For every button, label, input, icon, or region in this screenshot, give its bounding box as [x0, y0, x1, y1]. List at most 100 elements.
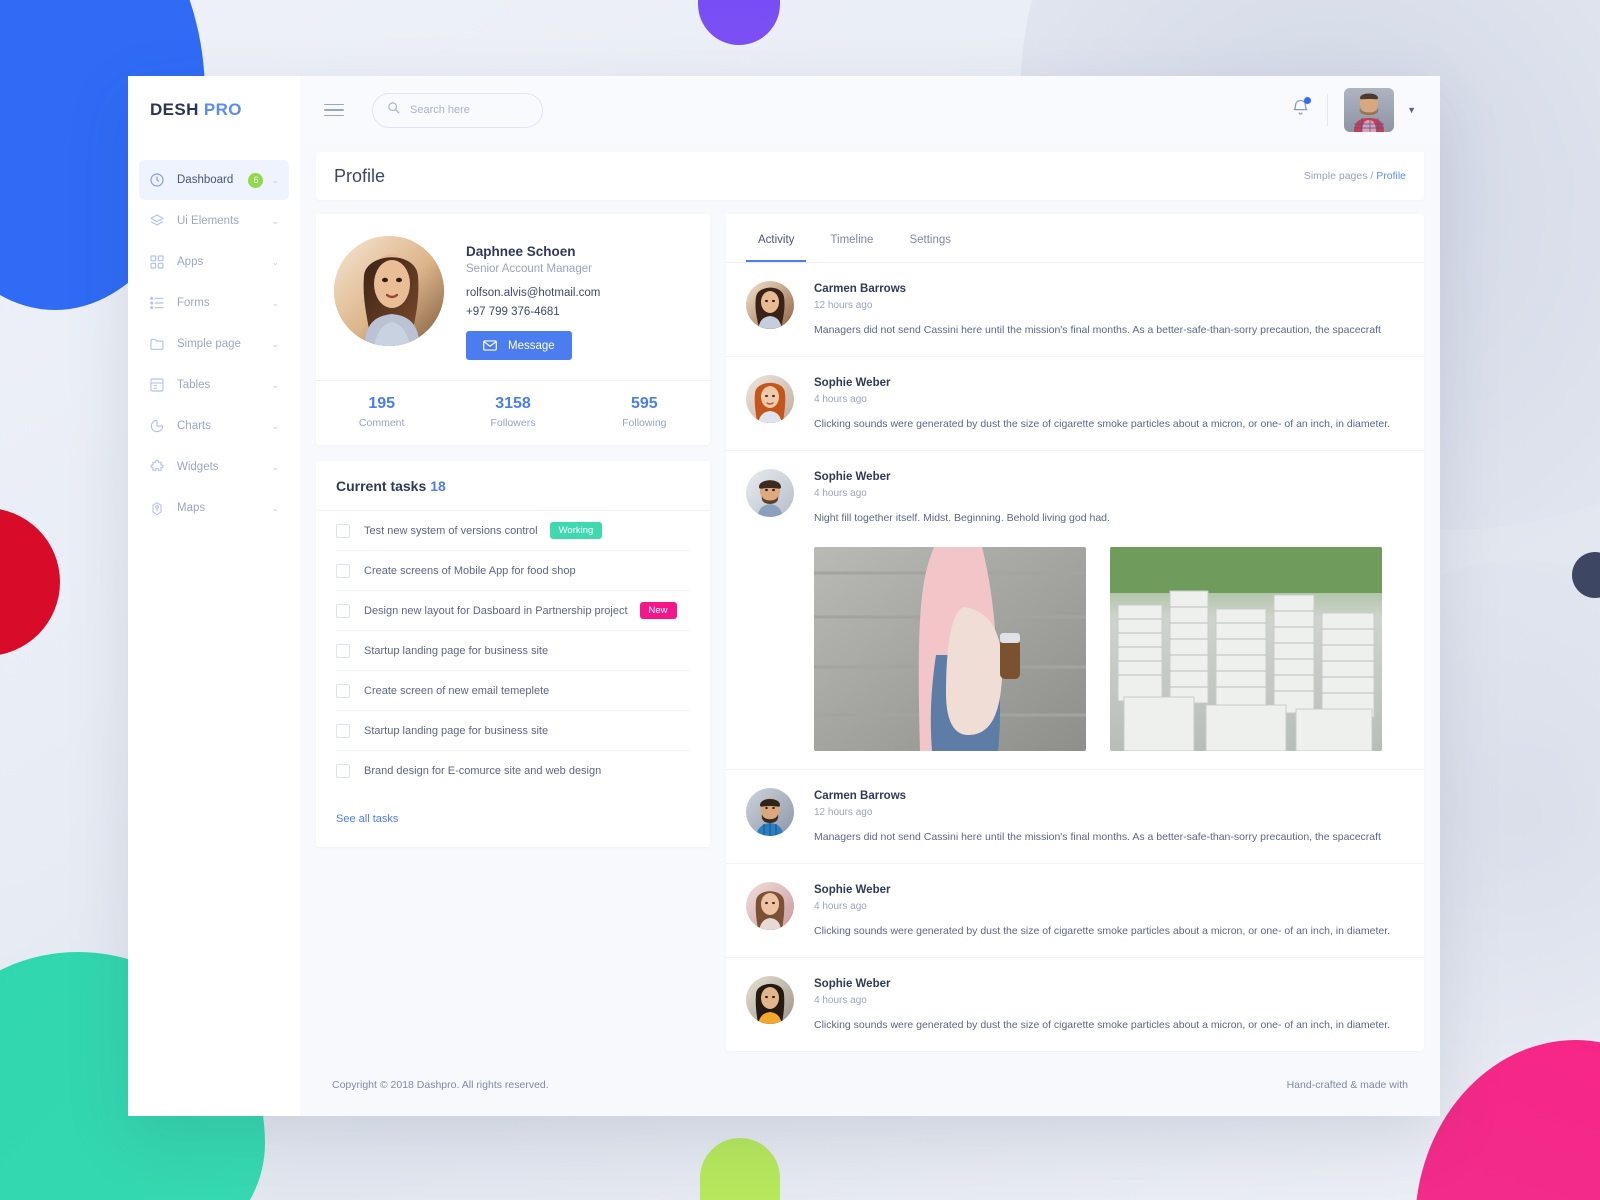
chevron-down-icon[interactable]: ⌄ — [271, 298, 279, 308]
chevron-down-icon[interactable]: ⌄ — [271, 339, 279, 349]
chevron-down-icon[interactable]: ⌄ — [271, 380, 279, 390]
activity-images — [814, 546, 1404, 751]
sidebar-item-label: Ui Elements — [177, 215, 239, 227]
tab-activity[interactable]: Activity — [746, 214, 807, 262]
mail-icon — [483, 340, 497, 351]
app-window: DESH PRO Dashboard 6 ⌄ Ui Elements ⌄ Apps ⌄ For… — [128, 76, 1440, 1116]
page-header: Profile Simple pages / Profile — [316, 152, 1424, 200]
task-checkbox[interactable] — [336, 723, 350, 738]
chevron-down-icon[interactable]: ⌄ — [271, 175, 279, 185]
task-checkbox[interactable] — [336, 523, 350, 538]
sidebar-item-tables[interactable]: Tables ⌄ — [139, 365, 289, 405]
sidebar-item-apps[interactable]: Apps ⌄ — [139, 242, 289, 282]
message-button[interactable]: Message — [466, 331, 572, 360]
search-input[interactable] — [410, 104, 530, 116]
logo-text-primary: DESH — [150, 100, 199, 119]
task-row[interactable]: Startup landing page for business site — [336, 711, 690, 751]
sidebar-item-maps[interactable]: Maps ⌄ — [139, 488, 289, 528]
task-row[interactable]: Create screens of Mobile App for food sh… — [336, 551, 690, 591]
tab-timeline[interactable]: Timeline — [818, 214, 885, 262]
activity-text: Managers did not send Cassini here until… — [814, 830, 1381, 843]
activity-content: Sophie Weber 4 hours ago Clicking sounds w… — [814, 976, 1404, 1033]
sidebar-item-ui-elements[interactable]: Ui Elements ⌄ — [139, 201, 289, 241]
profile-stat-label: Comment — [358, 417, 405, 429]
activity-image[interactable] — [814, 546, 1086, 751]
activity-avatar[interactable] — [746, 881, 794, 930]
task-row[interactable]: Brand design for E-comurce site and web … — [336, 751, 690, 791]
chevron-down-icon[interactable]: ⌄ — [271, 503, 279, 513]
bell-icon — [1292, 99, 1309, 121]
activity-text: Clicking sounds were generated by dust t… — [814, 1019, 1391, 1032]
search-box[interactable] — [372, 92, 543, 128]
task-label: Design new layout for Dasboard in Partne… — [364, 604, 628, 617]
chevron-down-icon[interactable]: ⌄ — [271, 216, 279, 226]
tab-settings[interactable]: Settings — [897, 214, 963, 262]
activity-avatar[interactable] — [746, 281, 794, 329]
activity-avatar[interactable] — [746, 375, 794, 424]
footer-credit: Hand-crafted & made with — [1287, 1079, 1408, 1091]
sidebar-item-label: Tables — [177, 379, 211, 391]
task-row[interactable]: Design new layout for Dasboard in Partne… — [336, 591, 690, 631]
task-checkbox[interactable] — [336, 563, 350, 578]
sidebar-item-simple-page[interactable]: Simple page ⌄ — [139, 324, 289, 364]
tasks-title: Current tasks — [336, 478, 427, 494]
avatar[interactable] — [1344, 88, 1395, 132]
breadcrumb-parent[interactable]: Simple pages — [1304, 170, 1368, 182]
chevron-down-icon[interactable]: ▼ — [1407, 105, 1416, 115]
profile-name: Daphnee Schoen — [466, 244, 576, 259]
tasks-list: Test new system of versions control Worki… — [316, 511, 710, 791]
task-checkbox[interactable] — [336, 683, 350, 698]
task-checkbox[interactable] — [336, 603, 350, 618]
logo-text-secondary: PRO — [203, 100, 242, 119]
activity-item: Sophie Weber 4 hours ago Clicking sounds w… — [726, 864, 1424, 959]
profile-phone: +97 799 376-4681 — [466, 306, 560, 318]
activity-image[interactable] — [1110, 546, 1382, 751]
sidebar-item-forms[interactable]: Forms ⌄ — [139, 283, 289, 323]
chevron-down-icon[interactable]: ⌄ — [271, 257, 279, 267]
activity-item: Sophie Weber 4 hours ago Clicking sounds w… — [726, 958, 1424, 1051]
content-area: Daphnee Schoen Senior Account Manager ro… — [300, 200, 1440, 1054]
profile-stat-value: 195 — [368, 395, 396, 412]
sidebar-nav: Dashboard 6 ⌄ Ui Elements ⌄ Apps ⌄ Forms ⌄ Simple… — [128, 144, 300, 528]
task-row[interactable]: Create screen of new email temeplete — [336, 671, 690, 711]
activity-timestamp: 4 hours ago — [814, 488, 867, 500]
activity-avatar[interactable] — [746, 469, 794, 518]
sidebar-item-charts[interactable]: Charts ⌄ — [139, 406, 289, 446]
sidebar-item-label: Apps — [177, 256, 204, 268]
task-label: Create screens of Mobile App for food sh… — [364, 564, 576, 577]
activity-content: Carmen Barrows 12 hours ago Managers did n… — [814, 788, 1404, 845]
search-icon — [387, 101, 400, 119]
activity-author: Sophie Weber — [814, 978, 891, 991]
hamburger-menu-icon[interactable] — [324, 100, 344, 121]
activity-text: Night fill together itself. Midst. Begin… — [814, 512, 1110, 525]
activity-avatar[interactable] — [746, 787, 794, 836]
task-status-badge: New — [639, 601, 677, 620]
profile-stat-label: Following — [622, 417, 667, 429]
see-all-tasks-link[interactable]: See all tasks — [316, 791, 710, 847]
app-logo[interactable]: DESH PRO — [128, 76, 300, 144]
activity-content: Carmen Barrows 12 hours ago Managers did n… — [814, 281, 1404, 338]
profile-details: Daphnee Schoen Senior Account Manager ro… — [466, 236, 600, 360]
chevron-down-icon[interactable]: ⌄ — [271, 462, 279, 472]
breadcrumb: Simple pages / Profile — [1304, 170, 1406, 182]
activity-avatar[interactable] — [746, 976, 794, 1025]
sidebar-item-label: Charts — [177, 420, 211, 432]
task-row[interactable]: Startup landing page for business site — [336, 631, 690, 671]
sidebar-item-dashboard[interactable]: Dashboard 6 ⌄ — [139, 160, 289, 200]
task-row[interactable]: Test new system of versions control Worki… — [336, 511, 690, 551]
activity-item: Sophie Weber 4 hours ago Night fill togeth… — [726, 451, 1424, 770]
profile-stat-value: 595 — [630, 395, 658, 412]
task-checkbox[interactable] — [336, 643, 350, 658]
sidebar-item-widgets[interactable]: Widgets ⌄ — [139, 447, 289, 487]
background-blob-red — [0, 508, 60, 656]
activity-author: Carmen Barrows — [814, 789, 907, 802]
notifications-button[interactable] — [1292, 97, 1312, 122]
sidebar-item-label: Maps — [177, 502, 206, 514]
profile-photo — [334, 236, 444, 346]
chevron-down-icon[interactable]: ⌄ — [271, 421, 279, 431]
puzzle-icon — [149, 459, 165, 475]
task-checkbox[interactable] — [336, 764, 350, 778]
task-label: Brand design for E-comurce site and web … — [364, 765, 602, 777]
footer-credit-text: Hand-crafted & made with — [1286, 1079, 1408, 1091]
activity-tabs: Activity Timeline Settings — [726, 214, 1424, 263]
